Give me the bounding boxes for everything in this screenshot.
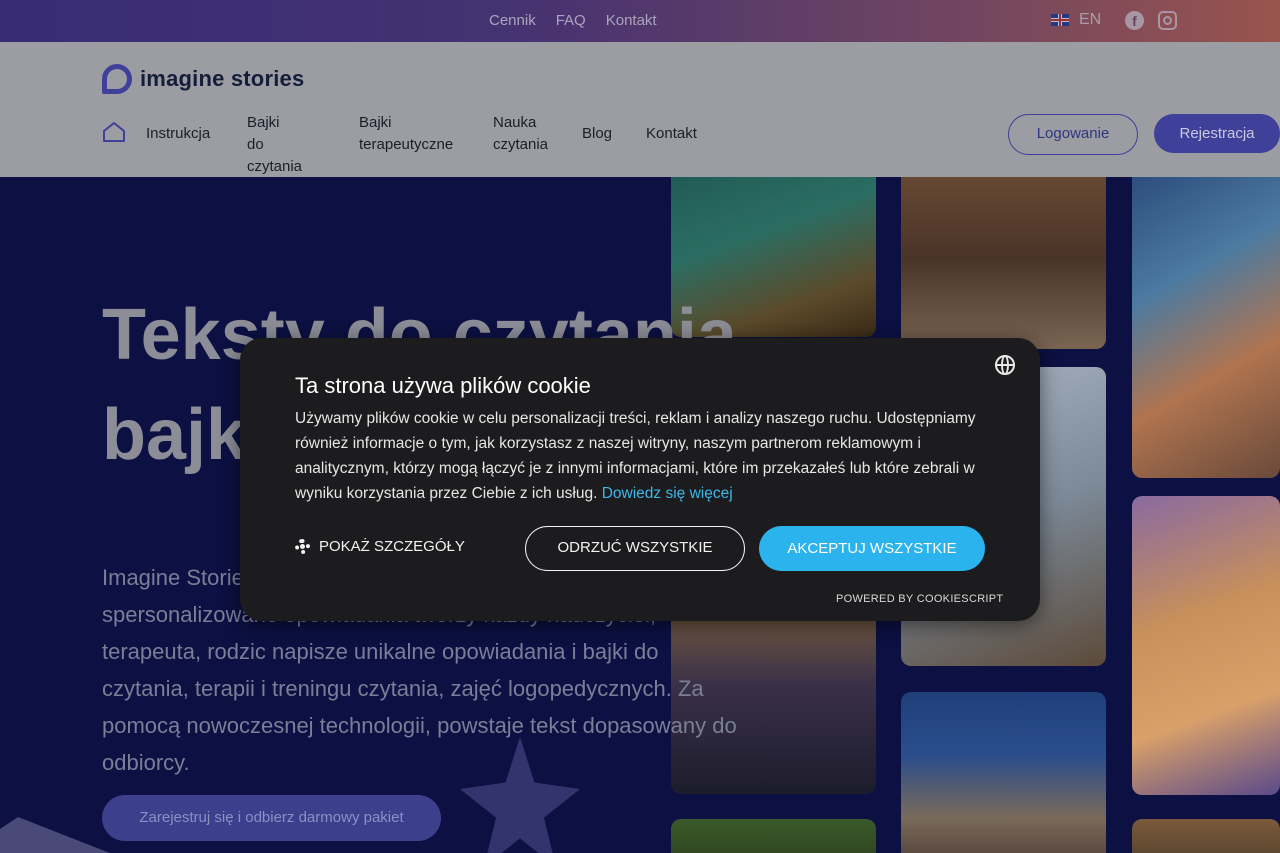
register-button[interactable]: Rejestracja [1154,114,1280,153]
home-icon[interactable] [102,121,126,143]
learn-more-link[interactable]: Dowiedz się więcej [602,485,733,502]
nav-item-nauka-czytania[interactable]: Nauka czytania [493,112,548,156]
show-details-button[interactable]: POKAŻ SZCZEGÓŁY [295,538,465,555]
instagram-icon[interactable] [1158,11,1177,30]
facebook-icon[interactable]: f [1125,11,1144,30]
uk-flag-icon [1051,14,1069,26]
globe-icon[interactable] [995,355,1015,375]
top-links: Cennik FAQ Kontakt [489,12,657,29]
story-image-brown [1132,819,1280,853]
story-image-railway [901,177,1106,349]
language-label: EN [1079,11,1102,28]
language-switcher[interactable]: EN [1051,11,1101,29]
logo-mark-icon [102,64,132,94]
accept-all-button[interactable]: AKCEPTUJ WSZYSTKIE [759,526,985,571]
gear-icon [295,539,310,554]
nav-item-kontakt[interactable]: Kontakt [646,123,697,145]
powered-by-label[interactable]: POWERED BY COOKIESCRIPT [836,593,1003,605]
site-header: imagine stories Instrukcja Bajki do czyt… [0,42,1280,177]
story-image-forest [671,819,876,853]
nav-item-bajki-terapeutyczne[interactable]: Bajki terapeutyczne [359,112,453,156]
nav-item-bajki-do-czytania[interactable]: Bajki do czytania [247,112,302,178]
reject-all-button[interactable]: ODRZUĆ WSZYSTKIE [525,526,745,571]
top-link-cennik[interactable]: Cennik [489,12,536,29]
login-button[interactable]: Logowanie [1008,114,1138,155]
top-link-kontakt[interactable]: Kontakt [606,12,657,29]
cookie-consent-dialog: Ta strona używa plików cookie Używamy pl… [240,338,1040,621]
story-image-girl [1132,177,1280,478]
cookie-body: Używamy plików cookie w celu personaliza… [295,406,995,506]
register-cta-button[interactable]: Zarejestruj się i odbierz darmowy pakiet [102,795,441,841]
top-bar: Cennik FAQ Kontakt EN f [0,0,1280,42]
nav-item-blog[interactable]: Blog [582,123,612,145]
show-details-label: POKAŻ SZCZEGÓŁY [319,538,465,555]
story-image-children [1132,496,1280,795]
cookie-title: Ta strona używa plików cookie [295,373,591,398]
story-image-wizard [901,692,1106,853]
logo[interactable]: imagine stories [102,64,304,94]
logo-text: imagine stories [140,66,305,91]
nav-item-instrukcja[interactable]: Instrukcja [146,123,210,145]
top-link-faq[interactable]: FAQ [556,12,586,29]
